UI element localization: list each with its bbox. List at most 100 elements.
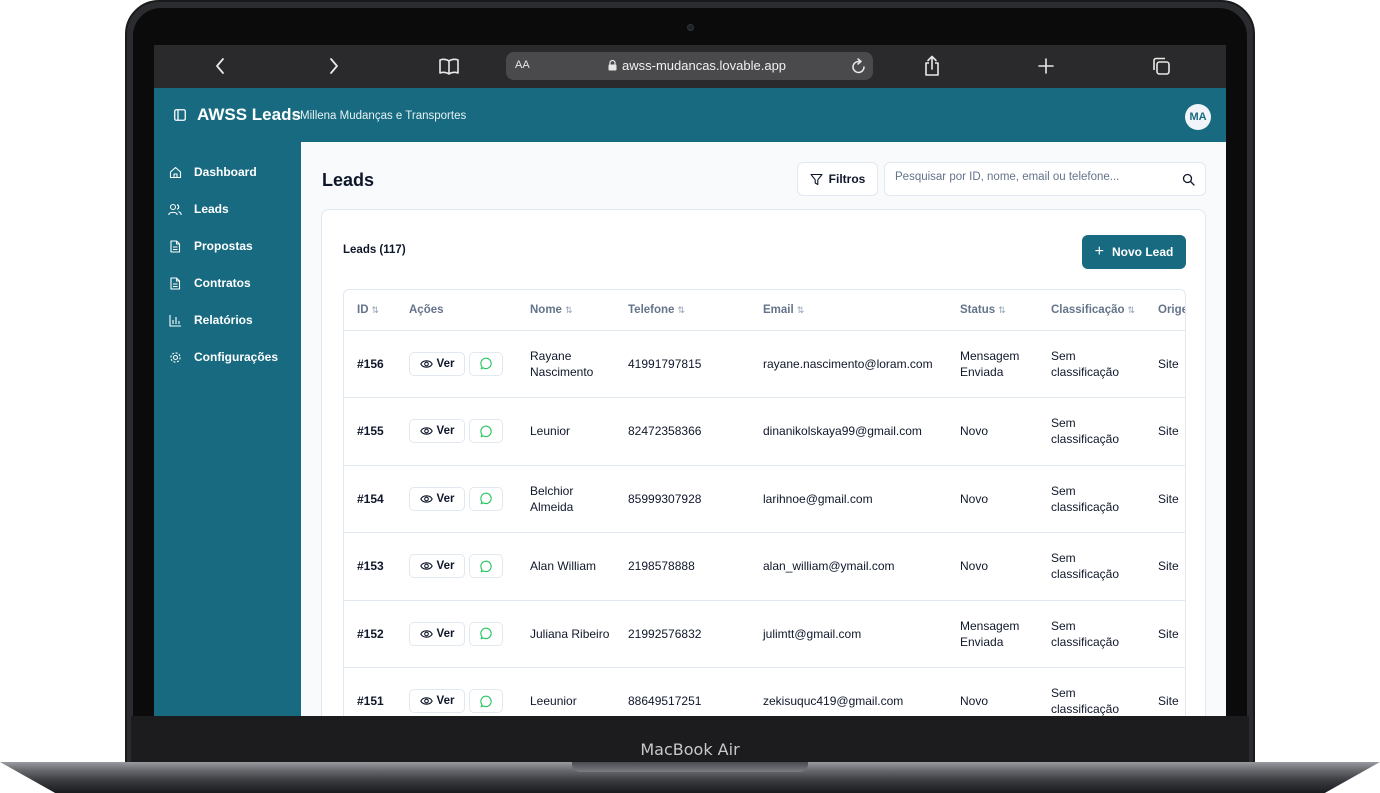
camera xyxy=(687,24,694,31)
lead-name: Leunior xyxy=(517,397,615,466)
lead-origin: Site xyxy=(1145,532,1185,601)
back-button[interactable] xyxy=(205,53,235,79)
lead-name: Rayane Nascimento xyxy=(517,330,615,398)
view-button[interactable]: Ver xyxy=(409,486,465,511)
view-label: Ver xyxy=(436,357,455,370)
table-row[interactable]: #153 Ver Alan William 2198578888 alan_willia… xyxy=(344,532,1185,601)
view-label: Ver xyxy=(436,492,455,505)
leads-table-container[interactable]: ID ⇅ Ações Nome ⇅ Telefone ⇅ Email ⇅ Status ⇅… xyxy=(343,289,1186,716)
table-row[interactable]: #156 Ver Rayane Nascimento 41991797815 rayan… xyxy=(344,330,1185,398)
sidebar-item-label: Relatórios xyxy=(194,313,253,327)
table-row[interactable]: #151 Ver Leeunior 88649517251 zekisuquc419@g… xyxy=(344,667,1185,716)
filter-label: Filtros xyxy=(828,172,866,186)
chevron-left-icon xyxy=(216,58,224,74)
view-label: Ver xyxy=(436,695,455,708)
view-label: Ver xyxy=(436,560,455,573)
lead-phone: 88649517251 xyxy=(615,667,750,716)
screen: AA awss-mudancas.lovable.app AWSS Leads … xyxy=(154,45,1226,716)
column-header-classification[interactable]: Classificação ⇅ xyxy=(1038,290,1145,331)
page-title: Leads xyxy=(322,170,375,190)
lead-origin: Site xyxy=(1145,667,1185,716)
text-size-button[interactable]: AA xyxy=(515,59,530,71)
filter-button[interactable]: Filtros xyxy=(797,162,878,196)
search-field[interactable] xyxy=(884,162,1206,196)
sidebar-item-label: Leads xyxy=(194,202,229,216)
lead-classification: Sem classificação xyxy=(1038,600,1145,668)
leads-count-title: Leads (117) xyxy=(343,244,406,256)
lead-classification: Sem classificação xyxy=(1038,465,1145,533)
lead-status: Novo xyxy=(947,532,1038,601)
book-icon xyxy=(439,58,459,75)
view-button[interactable]: Ver xyxy=(409,621,465,646)
tabs-icon xyxy=(1153,57,1170,75)
lead-id: #152 xyxy=(344,600,396,668)
actions-cell: Ver xyxy=(396,600,517,668)
sidebar-item-configuracoes[interactable]: Configurações xyxy=(168,347,278,367)
sort-icon: ⇅ xyxy=(677,304,685,315)
lead-id: #154 xyxy=(344,465,396,533)
lead-email: alan_william@ymail.com xyxy=(750,532,947,601)
eye-icon xyxy=(419,630,433,638)
column-header-origin[interactable]: Origem xyxy=(1145,290,1185,331)
whatsapp-icon xyxy=(479,695,492,708)
chevron-right-icon xyxy=(330,58,338,74)
sidebar-item-label: Dashboard xyxy=(194,165,257,179)
whatsapp-button[interactable] xyxy=(469,621,503,646)
lead-id: #151 xyxy=(344,667,396,716)
share-icon xyxy=(925,55,939,76)
leads-table: ID ⇅ Ações Nome ⇅ Telefone ⇅ Email ⇅ Status ⇅… xyxy=(344,290,1185,716)
column-header-id[interactable]: ID ⇅ xyxy=(344,290,396,331)
reload-icon[interactable] xyxy=(851,57,867,75)
eye-icon xyxy=(419,697,433,705)
share-button[interactable] xyxy=(917,53,947,79)
whatsapp-button[interactable] xyxy=(469,419,503,444)
whatsapp-icon xyxy=(479,627,492,640)
file-icon xyxy=(168,276,182,290)
lead-name: Leeunior xyxy=(517,667,615,716)
sidebar-item-leads[interactable]: Leads xyxy=(168,199,229,219)
lead-status: Mensagem Enviada xyxy=(947,600,1038,668)
filter-icon xyxy=(810,173,823,185)
avatar[interactable]: MA xyxy=(1185,104,1211,130)
view-button[interactable]: Ver xyxy=(409,554,465,579)
column-header-phone[interactable]: Telefone ⇅ xyxy=(615,290,750,331)
lead-email: julimtt@gmail.com xyxy=(750,600,947,668)
view-button[interactable]: Ver xyxy=(409,419,465,444)
new-tab-button[interactable] xyxy=(1031,53,1061,79)
lead-status: Novo xyxy=(947,465,1038,533)
column-header-email[interactable]: Email ⇅ xyxy=(750,290,947,331)
table-row[interactable]: #155 Ver Leunior 82472358366 dinanikolskaya9… xyxy=(344,397,1185,466)
view-button[interactable]: Ver xyxy=(409,351,465,376)
lead-email: larihnoe@gmail.com xyxy=(750,465,947,533)
sidebar-item-propostas[interactable]: Propostas xyxy=(168,236,253,256)
column-header-actions: Ações xyxy=(396,290,517,331)
lead-phone: 82472358366 xyxy=(615,397,750,466)
table-row[interactable]: #154 Ver Belchior Almeida 85999307928 larihn… xyxy=(344,465,1185,533)
plus-icon xyxy=(1038,58,1054,74)
sidebar-item-relatorios[interactable]: Relatórios xyxy=(168,310,253,330)
model-label: MacBook Air xyxy=(640,740,740,759)
column-header-status[interactable]: Status ⇅ xyxy=(947,290,1038,331)
tabs-overview-button[interactable] xyxy=(1146,53,1176,79)
whatsapp-button[interactable] xyxy=(469,486,503,511)
sidebar-toggle-icon[interactable] xyxy=(174,109,186,121)
lead-phone: 85999307928 xyxy=(615,465,750,533)
new-lead-button[interactable]: + Novo Lead xyxy=(1082,235,1186,269)
forward-button[interactable] xyxy=(319,53,349,79)
address-bar[interactable]: AA awss-mudancas.lovable.app xyxy=(506,52,873,80)
actions-cell: Ver xyxy=(396,397,517,466)
whatsapp-button[interactable] xyxy=(469,554,503,579)
column-header-name[interactable]: Nome ⇅ xyxy=(517,290,615,331)
whatsapp-button[interactable] xyxy=(469,351,503,376)
view-button[interactable]: Ver xyxy=(409,689,465,714)
lead-classification: Sem classificação xyxy=(1038,330,1145,398)
sidebar-item-dashboard[interactable]: Dashboard xyxy=(168,162,257,182)
table-row[interactable]: #152 Ver Juliana Ribeiro 21992576832 julimtt… xyxy=(344,600,1185,668)
whatsapp-icon xyxy=(479,357,492,370)
bookmarks-button[interactable] xyxy=(434,53,464,79)
search-input[interactable] xyxy=(895,171,1175,183)
lead-id: #155 xyxy=(344,397,396,466)
sidebar-item-contratos[interactable]: Contratos xyxy=(168,273,251,293)
whatsapp-button[interactable] xyxy=(469,689,503,714)
lead-phone: 2198578888 xyxy=(615,532,750,601)
